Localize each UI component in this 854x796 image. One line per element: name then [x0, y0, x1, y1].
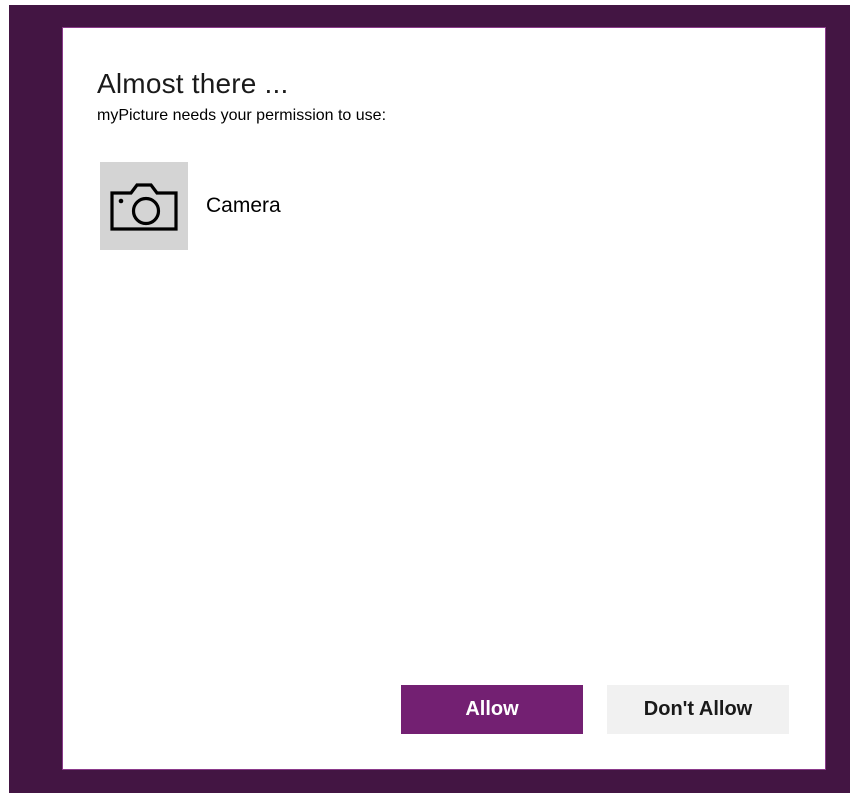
camera-icon	[110, 183, 178, 231]
dialog-title: Almost there ...	[97, 68, 289, 99]
permission-label-camera: Camera	[206, 194, 281, 217]
allow-button[interactable]: Allow	[401, 685, 583, 734]
permission-item-camera: Camera	[100, 162, 281, 250]
permission-icon-tile	[100, 162, 188, 250]
permission-dialog: Almost there ... myPicture needs your pe…	[62, 27, 826, 770]
dont-allow-button[interactable]: Don't Allow	[607, 685, 789, 734]
dialog-subtitle: myPicture needs your permission to use:	[97, 107, 387, 124]
